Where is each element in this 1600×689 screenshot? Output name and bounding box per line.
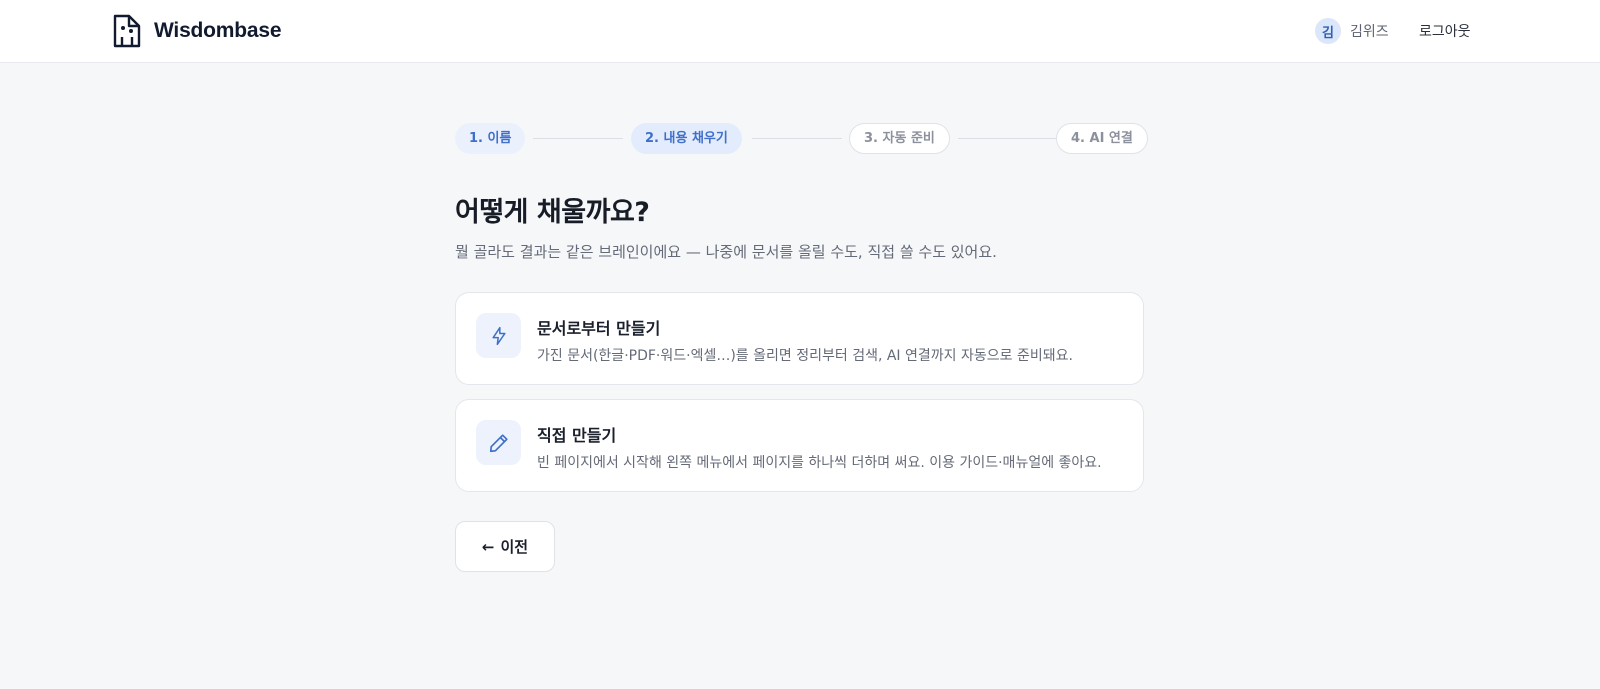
option-from-documents[interactable]: 문서로부터 만들기 가진 문서(한글·PDF·워드·엑셀…)를 올리면 정리부터… [455,292,1144,385]
back-button-label: 이전 [500,538,529,556]
page-subtitle: 뭘 골라도 결과는 같은 브레인이에요 — 나중에 문서를 올릴 수도, 직접 … [455,243,997,261]
brand-name: Wisdombase [154,19,282,42]
wisdombase-logo-icon [113,14,141,48]
lightning-icon [491,326,506,345]
logout-button[interactable]: 로그아웃 [1419,21,1471,41]
step-ai-connect: 4. AI 연결 [1056,123,1148,154]
step-auto-prepare: 3. 자동 준비 [849,123,950,154]
option-icon-box [476,313,521,358]
option-title: 직접 만들기 [537,426,617,445]
option-create-manually[interactable]: 직접 만들기 빈 페이지에서 시작해 왼쪽 메뉴에서 페이지를 하나씩 더하며 … [455,399,1144,492]
step-connector [533,138,623,139]
step-connector [958,138,1056,139]
page-title: 어떻게 채울까요? [455,197,650,228]
option-icon-box [476,420,521,465]
top-bar: Wisdombase 김 김위즈 로그아웃 [0,0,1600,63]
step-connector [752,138,842,139]
user-menu[interactable]: 김 김위즈 [1315,18,1389,44]
step-fill-content[interactable]: 2. 내용 채우기 [631,123,742,154]
pencil-icon [489,433,508,452]
option-description: 빈 페이지에서 시작해 왼쪽 메뉴에서 페이지를 하나씩 더하며 써요. 이용 … [537,455,1102,471]
user-name: 김위즈 [1350,24,1389,40]
step-name[interactable]: 1. 이름 [455,123,526,154]
brand[interactable]: Wisdombase [112,13,282,49]
wizard-stepper: 1. 이름 2. 내용 채우기 3. 자동 준비 4. AI 연결 [455,123,1148,155]
option-description: 가진 문서(한글·PDF·워드·엑셀…)를 올리면 정리부터 검색, AI 연결… [537,348,1073,364]
back-button[interactable]: ← 이전 [455,521,555,572]
avatar: 김 [1315,18,1341,44]
arrow-left-icon: ← [481,537,495,556]
option-title: 문서로부터 만들기 [537,319,661,338]
